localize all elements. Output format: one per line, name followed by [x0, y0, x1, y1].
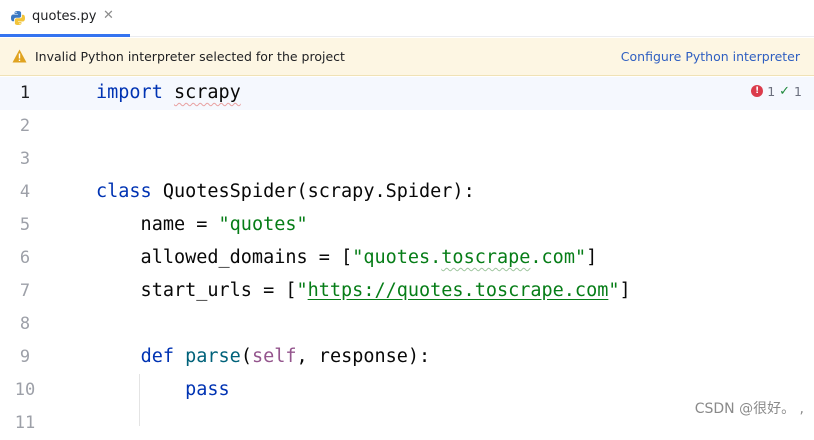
code-line[interactable]: 1 import scrapy	[0, 77, 814, 110]
line-number: 10	[14, 380, 36, 400]
line-number: 5	[19, 215, 31, 235]
configure-interpreter-link[interactable]: Configure Python interpreter	[621, 49, 800, 64]
line-number: 9	[19, 347, 31, 367]
active-tab-indicator	[0, 34, 130, 37]
code-text: name = "quotes"	[96, 214, 308, 235]
error-count: 1	[767, 83, 776, 99]
indent-guide	[139, 374, 140, 426]
code-line[interactable]: 7 start_urls = ["https://quotes.toscrape…	[0, 275, 814, 308]
url-link[interactable]: https://quotes.toscrape.com	[308, 280, 609, 301]
code-editor[interactable]: 1 import scrapy 2 3 4 class QuotesSpider…	[0, 77, 814, 433]
tab-filename: quotes.py	[32, 9, 97, 24]
code-text: start_urls = ["https://quotes.toscrape.c…	[96, 280, 631, 301]
line-number: 8	[19, 314, 31, 334]
interpreter-warning-banner: Invalid Python interpreter selected for …	[0, 38, 814, 76]
code-text: allowed_domains = ["quotes.toscrape.com"…	[96, 247, 598, 268]
code-text: def parse(self, response):	[140, 346, 431, 367]
line-number: 6	[19, 248, 31, 268]
inspection-widget[interactable]: ! 1 ✓ 1	[751, 82, 802, 100]
code-line[interactable]: 8	[0, 308, 814, 341]
code-text: class QuotesSpider(scrapy.Spider):	[96, 181, 475, 202]
code-line[interactable]: 6 allowed_domains = ["quotes.toscrape.co…	[0, 242, 814, 275]
line-number: 4	[19, 182, 31, 202]
code-line[interactable]: 11	[0, 407, 814, 440]
code-text: import scrapy	[96, 82, 241, 103]
editor-tab-bar: quotes.py ✕	[0, 0, 814, 37]
close-icon[interactable]: ✕	[103, 8, 114, 23]
code-line[interactable]: 10 pass	[0, 374, 814, 407]
code-line[interactable]: 4 class QuotesSpider(scrapy.Spider):	[0, 176, 814, 209]
watermark: CSDN @很好。 ,	[694, 401, 804, 417]
banner-message: Invalid Python interpreter selected for …	[35, 49, 345, 64]
check-icon: ✓	[779, 83, 791, 99]
line-number: 2	[19, 116, 31, 136]
check-count: 1	[794, 83, 802, 99]
line-number: 1	[19, 83, 31, 103]
line-number: 3	[19, 149, 31, 169]
line-number: 7	[19, 281, 31, 301]
python-file-icon	[11, 11, 25, 25]
line-number: 11	[14, 413, 36, 433]
code-line[interactable]: 9 def parse(self, response):	[0, 341, 814, 374]
code-text: pass	[185, 379, 230, 400]
code-line[interactable]: 5 name = "quotes"	[0, 209, 814, 242]
code-line[interactable]: 3	[0, 143, 814, 176]
warning-icon	[12, 49, 27, 63]
error-icon: !	[751, 85, 764, 97]
code-line[interactable]: 2	[0, 110, 814, 143]
tab-quotes-py[interactable]: quotes.py ✕	[0, 0, 130, 37]
